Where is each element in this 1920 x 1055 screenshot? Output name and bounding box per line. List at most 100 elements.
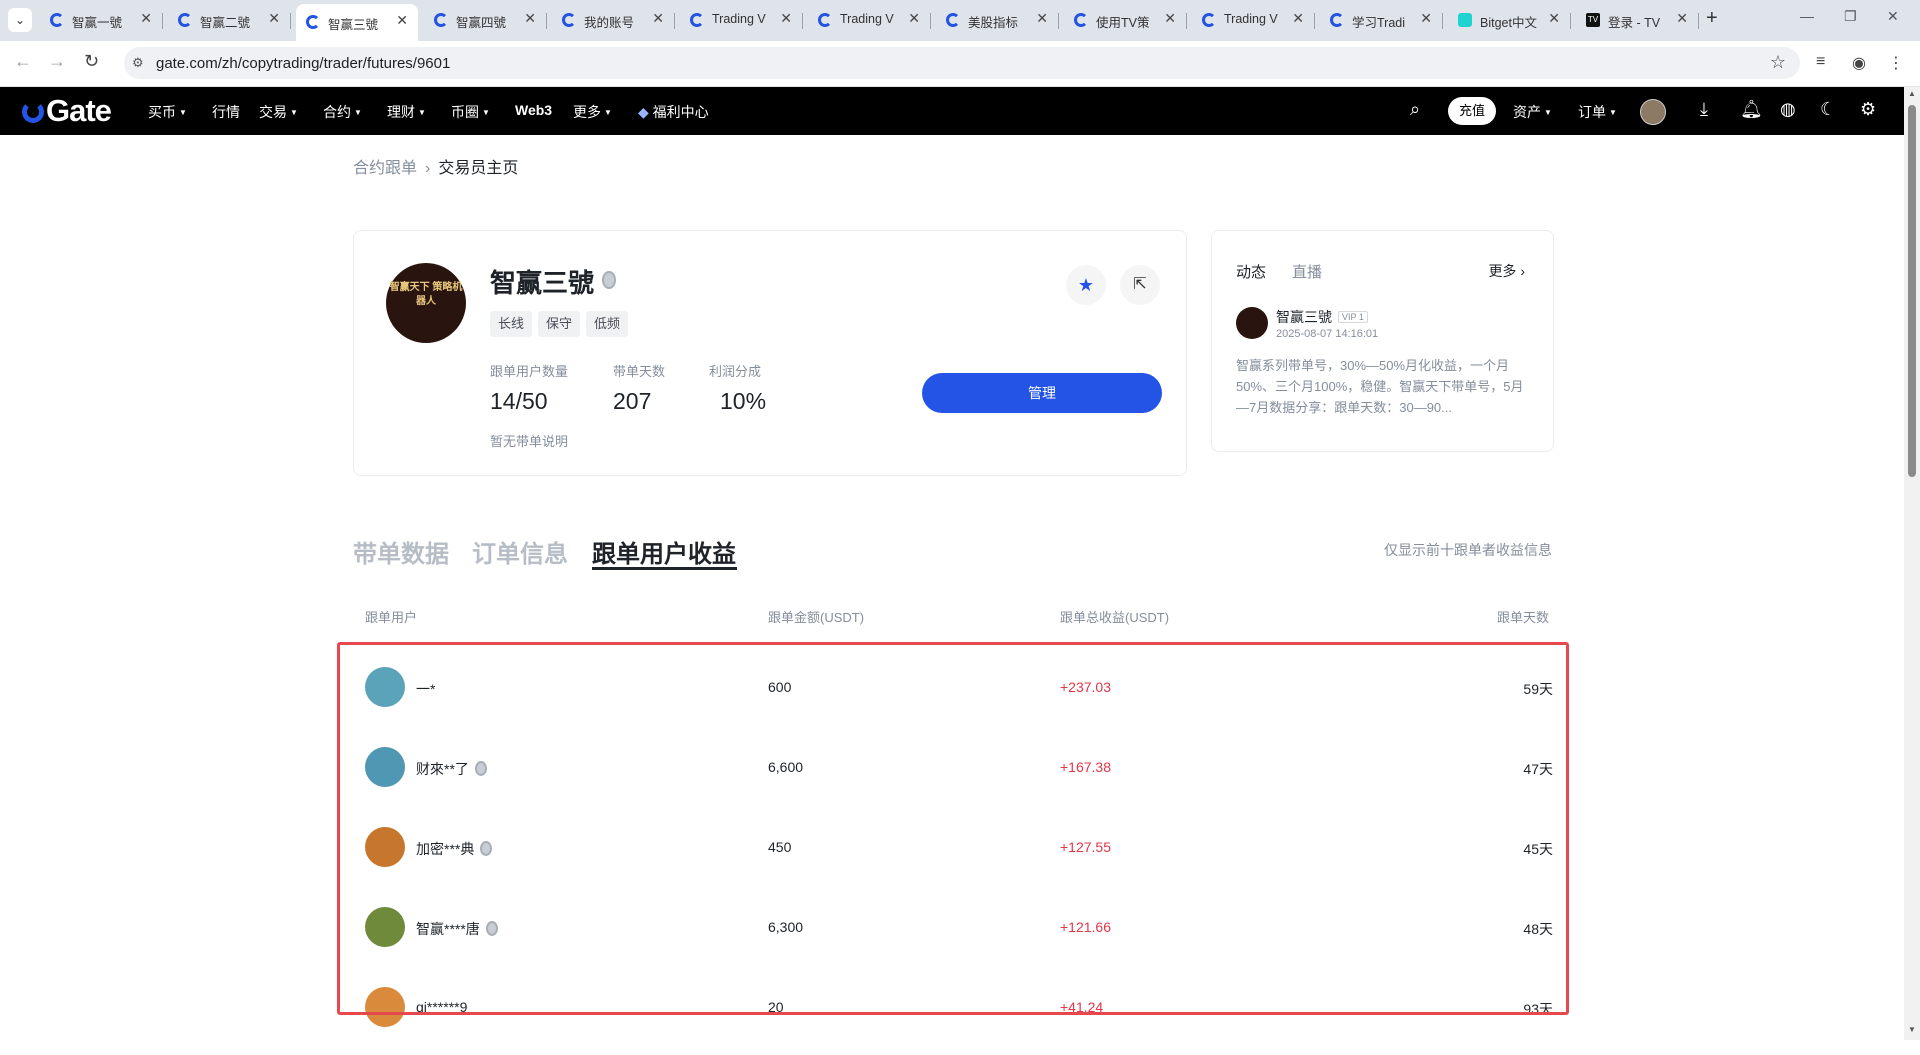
gate-favicon-icon <box>306 15 320 29</box>
browser-tab[interactable]: 我的账号 ✕ <box>552 6 675 35</box>
browser-tab[interactable]: 使用TV策 ✕ <box>1064 6 1187 35</box>
close-tab-icon[interactable]: ✕ <box>1548 10 1560 27</box>
close-tab-icon[interactable]: ✕ <box>268 10 280 27</box>
nav-item[interactable]: 合约 ▼ <box>323 102 362 122</box>
orders-label: 订单 <box>1578 104 1606 120</box>
scroll-up-icon[interactable]: ▲ <box>1908 89 1916 98</box>
tab-lead-data[interactable]: 带单数据 <box>353 534 449 569</box>
more-link[interactable]: 更多 › <box>1488 261 1525 281</box>
page-scrollbar[interactable]: ▲ ▼ <box>1904 87 1920 1040</box>
browser-tab[interactable]: 学习Tradi ✕ <box>1320 6 1443 35</box>
bell-icon[interactable]: 🔔︎ <box>1740 99 1763 120</box>
close-tab-icon[interactable]: ✕ <box>396 12 408 29</box>
gate-logo[interactable]: Gate <box>22 93 112 129</box>
tab-order-info[interactable]: 订单信息 <box>472 534 568 569</box>
gate-favicon-icon <box>1330 13 1344 27</box>
follower-name-cell: 一* <box>416 679 435 699</box>
nav-item[interactable]: 买币 ▼ <box>148 102 187 122</box>
tab-title: 美股指标 <box>968 16 1019 30</box>
close-tab-icon[interactable]: ✕ <box>1164 10 1176 27</box>
user-avatar[interactable] <box>1640 99 1666 125</box>
breadcrumb-parent[interactable]: 合约跟单 <box>353 160 417 177</box>
bookmark-star-icon[interactable]: ☆ <box>1770 52 1786 73</box>
address-bar[interactable]: ⚙ gate.com/zh/copytrading/trader/futures… <box>124 47 1800 79</box>
browser-tab[interactable]: Trading V ✕ <box>1192 6 1315 35</box>
post-author[interactable]: 智赢三號 <box>1276 309 1332 325</box>
browser-tab[interactable]: Trading V ✕ <box>680 6 803 35</box>
favorite-star-icon[interactable]: ★ <box>1066 265 1106 305</box>
browser-tab[interactable]: Trading V ✕ <box>808 6 931 35</box>
table-row: 智赢****唐 6,300 +121.66 48天 <box>353 895 1553 975</box>
close-tab-icon[interactable]: ✕ <box>524 10 536 27</box>
table-row: 一* 600 +237.03 59天 <box>353 655 1553 735</box>
browser-tab[interactable]: 智赢一號 ✕ <box>40 6 163 35</box>
menu-kebab-icon[interactable]: ⋮ <box>1888 53 1904 73</box>
post-time: 2025-08-07 14:16:01 <box>1276 328 1379 340</box>
assets-menu[interactable]: 资产 ▼ <box>1513 102 1552 122</box>
tab-search-icon[interactable]: ⌄ <box>8 8 32 32</box>
scroll-thumb[interactable] <box>1908 105 1916 477</box>
browser-tab[interactable]: 智赢三號 ✕ <box>296 4 418 41</box>
scroll-down-icon[interactable]: ▼ <box>1908 1025 1916 1034</box>
site-info-icon[interactable]: ⚙ <box>132 55 148 71</box>
tab-dynamic[interactable]: 动态 <box>1236 261 1266 282</box>
nav-item[interactable]: 理财 ▼ <box>387 102 426 122</box>
stat-label: 跟单用户数量 <box>490 364 569 379</box>
url-text[interactable]: gate.com/zh/copytrading/trader/futures/9… <box>156 55 450 72</box>
nav-item[interactable]: 交易 ▼ <box>259 102 298 122</box>
tab-follower-earnings[interactable]: 跟单用户收益 <box>592 534 736 569</box>
browser-tab[interactable]: 美股指标 ✕ <box>936 6 1059 35</box>
share-icon[interactable]: ⇱ <box>1120 265 1160 305</box>
minimize-icon[interactable]: — <box>1800 8 1814 24</box>
breadcrumb-current: 交易员主页 <box>438 160 519 177</box>
manage-button[interactable]: 管理 <box>922 373 1162 413</box>
profile-icon[interactable]: ◉ <box>1852 53 1866 73</box>
back-icon[interactable]: ← <box>14 51 32 72</box>
forward-icon[interactable]: → <box>48 51 66 72</box>
close-tab-icon[interactable]: ✕ <box>652 10 664 27</box>
restore-icon[interactable]: ❐ <box>1844 8 1857 25</box>
download-icon[interactable]: ⤓ <box>1700 99 1708 120</box>
search-icon[interactable]: ⌕ <box>1410 99 1420 120</box>
orders-menu[interactable]: 订单 ▼ <box>1578 102 1617 122</box>
close-tab-icon[interactable]: ✕ <box>908 10 920 27</box>
nav-item[interactable]: ◆ 福利中心 <box>638 102 709 122</box>
tag: 低频 <box>586 311 629 337</box>
globe-icon[interactable]: ◍ <box>1780 99 1796 120</box>
nav-item[interactable]: 行情 <box>212 102 240 122</box>
follow-amount: 6,300 <box>768 919 804 935</box>
browser-tab[interactable]: 智赢二號 ✕ <box>168 6 291 35</box>
close-tab-icon[interactable]: ✕ <box>780 10 792 27</box>
tag: 长线 <box>490 311 533 337</box>
close-tab-icon[interactable]: ✕ <box>1420 10 1432 27</box>
close-tab-icon[interactable]: ✕ <box>1292 10 1304 27</box>
nav-item[interactable]: Web3 <box>515 102 552 118</box>
caret-down-icon: ▼ <box>482 108 490 117</box>
settings-gear-icon[interactable]: ⚙ <box>1860 99 1876 120</box>
post-body[interactable]: 智赢系列带单号，30%—50%月化收益，一个月50%、三个月100%，稳健。智赢… <box>1236 355 1532 418</box>
total-pnl: +121.66 <box>1060 919 1111 935</box>
recharge-button[interactable]: 充值 <box>1448 97 1496 125</box>
stat-label: 带单天数 <box>613 364 666 379</box>
reading-list-icon[interactable]: ≡ <box>1816 53 1825 71</box>
close-tab-icon[interactable]: ✕ <box>1036 10 1048 27</box>
follow-amount: 450 <box>768 839 792 855</box>
moon-icon[interactable]: ☾ <box>1820 99 1836 120</box>
table-row: qi******9 20 +41.24 93天 <box>353 975 1553 1055</box>
close-tab-icon[interactable]: ✕ <box>140 10 152 27</box>
nav-item[interactable]: 更多 ▼ <box>573 102 612 122</box>
browser-tab[interactable]: Bitget中文 ✕ <box>1448 6 1571 35</box>
close-window-icon[interactable]: ✕ <box>1887 8 1899 25</box>
follow-days: 59天 <box>1523 681 1553 697</box>
tab-live[interactable]: 直播 <box>1292 261 1322 282</box>
browser-tab[interactable]: TV 登录 - TV ✕ <box>1576 6 1699 35</box>
browser-tab[interactable]: 智赢四號 ✕ <box>424 6 547 35</box>
nav-item[interactable]: 币圈 ▼ <box>451 102 490 122</box>
total-pnl: +41.24 <box>1060 999 1104 1015</box>
gate-favicon-icon <box>50 13 64 27</box>
reload-icon[interactable]: ↻ <box>84 51 99 72</box>
close-tab-icon[interactable]: ✕ <box>1676 10 1688 27</box>
new-tab-button[interactable]: + <box>1706 7 1718 30</box>
follow-amount: 20 <box>768 999 784 1015</box>
post-author-avatar[interactable] <box>1236 307 1268 339</box>
